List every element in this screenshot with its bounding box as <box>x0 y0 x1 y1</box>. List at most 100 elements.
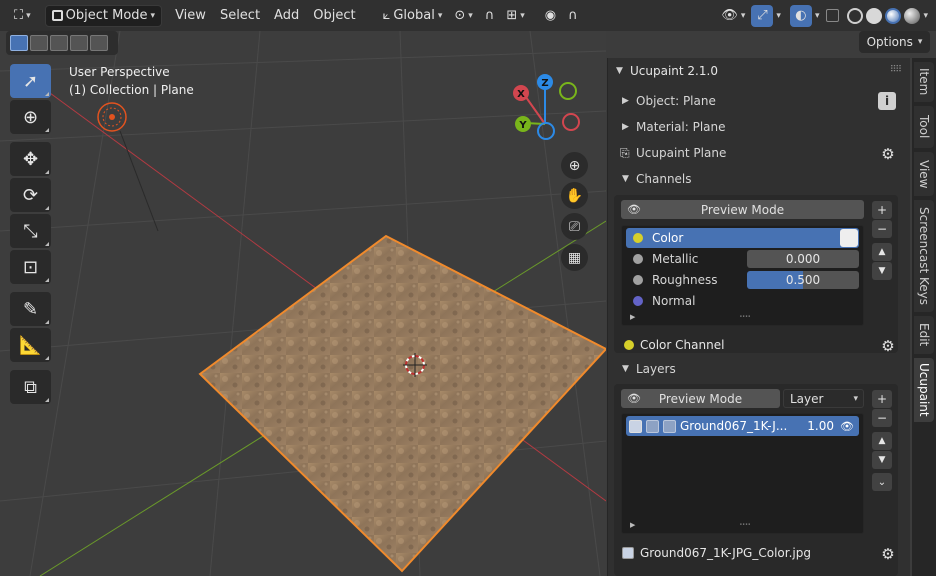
remove-channel-button[interactable]: − <box>872 220 892 238</box>
rendered-shading-icon[interactable] <box>904 7 921 24</box>
tab-ucupaint[interactable]: Ucupaint <box>914 358 934 422</box>
select-subtract-button[interactable] <box>50 35 68 51</box>
tool-annotate[interactable]: ✎ <box>10 292 51 326</box>
light-direction-line <box>119 130 159 232</box>
select-intersect-button[interactable] <box>90 35 108 51</box>
channels-preview-mode-button[interactable]: 👁 Preview Mode <box>621 200 864 219</box>
ucupaint-settings-gear-icon[interactable]: ⚙ <box>878 144 898 164</box>
move-channel-down-button[interactable]: ▼ <box>872 262 892 280</box>
xray-toggle[interactable] <box>822 5 843 27</box>
light-object[interactable] <box>97 102 127 132</box>
channel-row-metallic[interactable]: Metallic 0.000 <box>626 249 859 269</box>
tab-edit[interactable]: Edit <box>914 316 934 354</box>
arrow-down-icon: ▼ <box>878 455 886 465</box>
tool-measure[interactable]: 📐 <box>10 328 51 362</box>
layer-row[interactable]: Ground067_1K-J... 1.00 👁 <box>626 416 859 436</box>
tab-screencast-keys[interactable]: Screencast Keys <box>914 200 934 312</box>
material-preview-shading-icon[interactable] <box>885 7 902 24</box>
menu-object[interactable]: Object <box>306 8 362 23</box>
add-channel-button[interactable]: + <box>872 201 892 219</box>
layers-subpanel-header[interactable]: ▼ Layers <box>608 357 911 381</box>
add-layer-button[interactable]: + <box>872 390 892 408</box>
tab-item[interactable]: Item <box>914 62 934 102</box>
move-channel-up-button[interactable]: ▲ <box>872 243 892 261</box>
navigation-gizmo[interactable]: Z X Y <box>513 74 580 140</box>
color-swatch[interactable] <box>840 229 858 247</box>
wireframe-shading-icon[interactable] <box>847 7 864 24</box>
projection-toggle-button[interactable]: ▦ <box>561 244 588 271</box>
zoom-button[interactable]: ⊕ <box>561 152 588 179</box>
layer-type-dropdown[interactable]: Layer ▾ <box>783 389 864 408</box>
eye-icon: 👁 <box>627 203 641 216</box>
move-layer-up-button[interactable]: ▲ <box>872 432 892 450</box>
snap-options-button[interactable]: ⊞ ▾ <box>500 5 530 27</box>
ucupaint-node-label: Ucupaint Plane <box>636 146 727 160</box>
material-label: Material: Plane <box>636 120 726 134</box>
overlays-toggle[interactable]: ◐ <box>789 4 812 27</box>
panel-header[interactable]: ▼ Ucupaint 2.1.0 ⠿⠿ <box>608 58 911 84</box>
tool-rotate[interactable]: ⟳ <box>10 178 51 212</box>
drag-handle-icon[interactable]: ⠿⠿ <box>890 65 902 75</box>
mode-dropdown[interactable]: Object Mode ▾ <box>44 4 163 27</box>
options-dropdown[interactable]: Options ▾ <box>859 31 930 53</box>
color-channel-settings-gear-icon[interactable]: ⚙ <box>878 336 898 356</box>
menu-select[interactable]: Select <box>213 8 267 23</box>
pan-button[interactable]: ✋ <box>561 182 588 209</box>
orientation-dropdown[interactable]: ⟀ Global ▾ <box>377 5 449 27</box>
move-layer-down-button[interactable]: ▼ <box>872 451 892 469</box>
object-subpanel-header[interactable]: ▶ Object: Plane <box>608 89 911 113</box>
ground-plane-mesh[interactable] <box>198 234 606 573</box>
list-resize-handle-icon[interactable]: ⠒⠒ <box>739 521 751 531</box>
chevron-down-icon[interactable]: ▾ <box>923 11 928 21</box>
editor-type-button[interactable]: ⛶ ▾ <box>8 5 37 27</box>
layer-visibility-eye-icon[interactable]: 👁 <box>840 420 854 433</box>
tool-cursor[interactable]: ⊕ <box>10 100 51 134</box>
tool-scale[interactable]: ⤡ <box>10 214 51 248</box>
select-extend-button[interactable] <box>30 35 48 51</box>
options-label: Options <box>866 35 913 49</box>
menu-add[interactable]: Add <box>267 8 306 23</box>
gizmo-dropdown[interactable]: ▾ <box>773 5 784 27</box>
image-file-icon <box>622 547 634 559</box>
list-expand-icon[interactable]: ▶ <box>630 521 635 529</box>
falloff-button[interactable]: ∩ <box>562 5 584 27</box>
metallic-value-field[interactable]: 0.000 <box>747 250 859 268</box>
visibility-dropdown[interactable]: 👁 ▾ <box>715 5 751 27</box>
layer-opacity-value[interactable]: 1.00 <box>807 419 834 433</box>
info-icon[interactable]: i <box>878 92 896 110</box>
list-expand-icon[interactable]: ▶ <box>630 313 635 321</box>
plus-icon: + <box>876 392 888 406</box>
channel-row-color[interactable]: Color <box>626 228 859 248</box>
overlays-dropdown[interactable]: ▾ <box>812 5 823 27</box>
pivot-point-button[interactable]: ⊙ ▾ <box>448 5 478 27</box>
tool-move[interactable]: ✥ <box>10 142 51 176</box>
channel-name: Normal <box>652 294 696 308</box>
camera-view-button[interactable]: ⎚ <box>561 213 588 240</box>
solid-shading-icon[interactable] <box>866 7 883 24</box>
tool-transform[interactable]: ⊡ <box>10 250 51 284</box>
select-new-button[interactable] <box>10 35 28 51</box>
3d-viewport[interactable]: Z X Y User Perspective (1) Collection | … <box>0 31 606 576</box>
tab-tool[interactable]: Tool <box>914 106 934 148</box>
material-subpanel-header[interactable]: ▶ Material: Plane <box>608 115 911 139</box>
snap-toggle[interactable]: ∩ <box>479 5 501 27</box>
layers-preview-mode-button[interactable]: 👁 Preview Mode <box>621 389 780 408</box>
roughness-value-field[interactable]: 0.500 <box>747 271 859 289</box>
gizmo-toggle[interactable]: ⤢ <box>751 4 774 27</box>
channels-subpanel-header[interactable]: ▼ Channels <box>608 167 911 191</box>
image-settings-gear-icon[interactable]: ⚙ <box>878 544 898 564</box>
channel-row-normal[interactable]: Normal <box>626 291 855 311</box>
hand-icon: ✋ <box>565 187 584 204</box>
tool-add-cube[interactable]: ⧉ <box>10 370 51 404</box>
proportional-edit-toggle[interactable]: ◉ <box>539 5 562 27</box>
select-invert-button[interactable] <box>70 35 88 51</box>
remove-layer-button[interactable]: − <box>872 409 892 427</box>
menu-view[interactable]: View <box>168 8 213 23</box>
channel-row-roughness[interactable]: Roughness 0.500 <box>626 270 859 290</box>
pivot-icon: ⊙ <box>454 8 466 23</box>
minus-icon: − <box>876 222 888 236</box>
tool-select-box[interactable]: ➚ <box>10 64 51 98</box>
tab-view[interactable]: View <box>914 152 934 196</box>
list-resize-handle-icon[interactable]: ⠒⠒ <box>739 313 751 323</box>
layer-menu-button[interactable]: ⌄ <box>872 473 892 491</box>
